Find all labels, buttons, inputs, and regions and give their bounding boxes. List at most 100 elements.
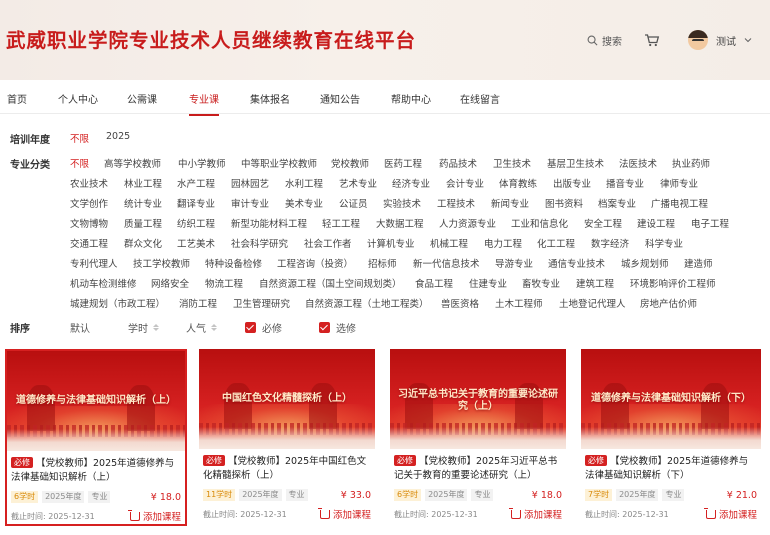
- category-option[interactable]: 审计专业: [231, 196, 269, 210]
- year-option-2025[interactable]: 2025: [106, 131, 130, 142]
- course-banner[interactable]: 道德修养与法律基础知识解析（下）: [581, 349, 761, 449]
- category-option[interactable]: 农业技术: [70, 176, 108, 190]
- course-card[interactable]: 道德修养与法律基础知识解析（上） 必修 【党校教师】2025年道德修养与法律基础知…: [5, 349, 187, 526]
- category-option[interactable]: 城建规划（市政工程）: [70, 296, 165, 310]
- category-option[interactable]: 法医技术: [619, 156, 657, 170]
- category-option[interactable]: 建筑工程: [576, 276, 614, 290]
- category-option[interactable]: 工程咨询（投资）: [277, 256, 353, 270]
- add-course-button[interactable]: 添加课程: [703, 507, 757, 521]
- category-option[interactable]: 播音专业: [606, 176, 644, 190]
- category-option[interactable]: 质量工程: [124, 216, 162, 230]
- category-option[interactable]: 美术专业: [285, 196, 323, 210]
- category-option[interactable]: 会计专业: [446, 176, 484, 190]
- category-option[interactable]: 技工学校教师: [133, 256, 190, 270]
- course-banner[interactable]: 道德修养与法律基础知识解析（上）: [7, 351, 185, 451]
- category-option[interactable]: 食品工程: [415, 276, 453, 290]
- avatar[interactable]: [688, 30, 708, 50]
- course-card[interactable]: 中国红色文化精髓探析（上） 必修 【党校教师】2025年中国红色文化精髓探析（上）…: [199, 349, 375, 526]
- category-option[interactable]: 工艺美术: [177, 236, 215, 250]
- add-course-button[interactable]: 添加课程: [317, 507, 371, 521]
- category-option[interactable]: 交通工程: [70, 236, 108, 250]
- category-option[interactable]: 统计专业: [124, 196, 162, 210]
- course-card[interactable]: 道德修养与法律基础知识解析（下） 必修 【党校教师】2025年道德修养与法律基础知…: [581, 349, 761, 526]
- category-option[interactable]: 房地产估价师: [640, 296, 697, 310]
- category-option[interactable]: 自然资源工程（土地工程类）: [305, 296, 429, 310]
- category-option[interactable]: 水产工程: [177, 176, 215, 190]
- add-course-button[interactable]: 添加课程: [127, 509, 181, 523]
- category-option[interactable]: 化工工程: [537, 236, 575, 250]
- category-option[interactable]: 党校教师: [331, 156, 369, 170]
- category-option[interactable]: 环境影响评价工程师: [630, 276, 716, 290]
- category-option[interactable]: 消防工程: [179, 296, 217, 310]
- chevron-down-icon[interactable]: [744, 36, 752, 44]
- course-banner[interactable]: 习近平总书记关于教育的重要论述研究（上）: [390, 349, 566, 449]
- category-option[interactable]: 档案专业: [598, 196, 636, 210]
- category-option[interactable]: 导游专业: [495, 256, 533, 270]
- category-option[interactable]: 新型功能材料工程: [231, 216, 307, 230]
- category-option[interactable]: 安全工程: [584, 216, 622, 230]
- course-title[interactable]: 必修 【党校教师】2025年道德修养与法律基础知识解析（下）: [585, 455, 757, 483]
- category-option[interactable]: 社会科学研究: [231, 236, 288, 250]
- category-option[interactable]: 水利工程: [285, 176, 323, 190]
- category-option[interactable]: 出版专业: [553, 176, 591, 190]
- category-option[interactable]: 不限: [70, 156, 89, 170]
- course-title[interactable]: 必修 【党校教师】2025年中国红色文化精髓探析（上）: [203, 455, 371, 483]
- category-option[interactable]: 中等职业学校教师: [241, 156, 317, 170]
- category-option[interactable]: 文学创作: [70, 196, 108, 210]
- category-option[interactable]: 医药工程: [384, 156, 422, 170]
- category-option[interactable]: 特种设备检修: [205, 256, 262, 270]
- category-option[interactable]: 高等学校教师: [104, 156, 161, 170]
- add-course-button[interactable]: 添加课程: [508, 507, 562, 521]
- category-option[interactable]: 机动车检测维修: [70, 276, 137, 290]
- category-option[interactable]: 城乡规划师: [621, 256, 669, 270]
- category-option[interactable]: 工业和信息化: [511, 216, 568, 230]
- course-title[interactable]: 必修 【党校教师】2025年道德修养与法律基础知识解析（上）: [11, 457, 181, 485]
- category-option[interactable]: 专利代理人: [70, 256, 118, 270]
- filter-required-checkbox[interactable]: 必修: [245, 320, 282, 335]
- category-option[interactable]: 体育教练: [499, 176, 537, 190]
- nav-home[interactable]: 首页: [7, 91, 27, 106]
- category-option[interactable]: 机械工程: [430, 236, 468, 250]
- category-option[interactable]: 基层卫生技术: [547, 156, 604, 170]
- category-option[interactable]: 招标师: [368, 256, 397, 270]
- category-option[interactable]: 新一代信息技术: [413, 256, 480, 270]
- category-option[interactable]: 大数据工程: [376, 216, 424, 230]
- sort-default[interactable]: 默认: [70, 320, 90, 335]
- nav-message-board[interactable]: 在线留言: [460, 91, 500, 106]
- category-option[interactable]: 药品技术: [439, 156, 477, 170]
- category-option[interactable]: 土木工程师: [495, 296, 543, 310]
- category-option[interactable]: 执业药师: [672, 156, 710, 170]
- category-option[interactable]: 建设工程: [637, 216, 675, 230]
- category-option[interactable]: 卫生技术: [493, 156, 531, 170]
- category-option[interactable]: 卫生管理研究: [233, 296, 290, 310]
- category-option[interactable]: 广播电视工程: [651, 196, 708, 210]
- course-banner[interactable]: 中国红色文化精髓探析（上）: [199, 349, 375, 449]
- category-option[interactable]: 中小学教师: [178, 156, 226, 170]
- category-option[interactable]: 科学专业: [645, 236, 683, 250]
- category-option[interactable]: 畜牧专业: [522, 276, 560, 290]
- cart-button[interactable]: [644, 32, 660, 48]
- category-option[interactable]: 新闻专业: [491, 196, 529, 210]
- category-option[interactable]: 人力资源专业: [439, 216, 496, 230]
- category-option[interactable]: 林业工程: [124, 176, 162, 190]
- category-option[interactable]: 轻工工程: [322, 216, 360, 230]
- nav-personal-center[interactable]: 个人中心: [58, 91, 98, 106]
- category-option[interactable]: 计算机专业: [367, 236, 415, 250]
- category-option[interactable]: 电力工程: [484, 236, 522, 250]
- category-option[interactable]: 社会工作者: [304, 236, 352, 250]
- category-option[interactable]: 纺织工程: [177, 216, 215, 230]
- category-option[interactable]: 通信专业技术: [548, 256, 605, 270]
- nav-help-center[interactable]: 帮助中心: [391, 91, 431, 106]
- category-option[interactable]: 律师专业: [660, 176, 698, 190]
- sort-by-hours[interactable]: 学时: [128, 320, 159, 335]
- category-option[interactable]: 建造师: [684, 256, 713, 270]
- category-option[interactable]: 住建专业: [469, 276, 507, 290]
- category-option[interactable]: 工程技术: [437, 196, 475, 210]
- nav-notices[interactable]: 通知公告: [320, 91, 360, 106]
- nav-professional-courses[interactable]: 专业课: [189, 91, 219, 116]
- nav-group-registration[interactable]: 集体报名: [250, 91, 290, 106]
- category-option[interactable]: 物流工程: [205, 276, 243, 290]
- category-option[interactable]: 群众文化: [124, 236, 162, 250]
- category-option[interactable]: 网络安全: [151, 276, 189, 290]
- sort-by-popularity[interactable]: 人气: [186, 320, 217, 335]
